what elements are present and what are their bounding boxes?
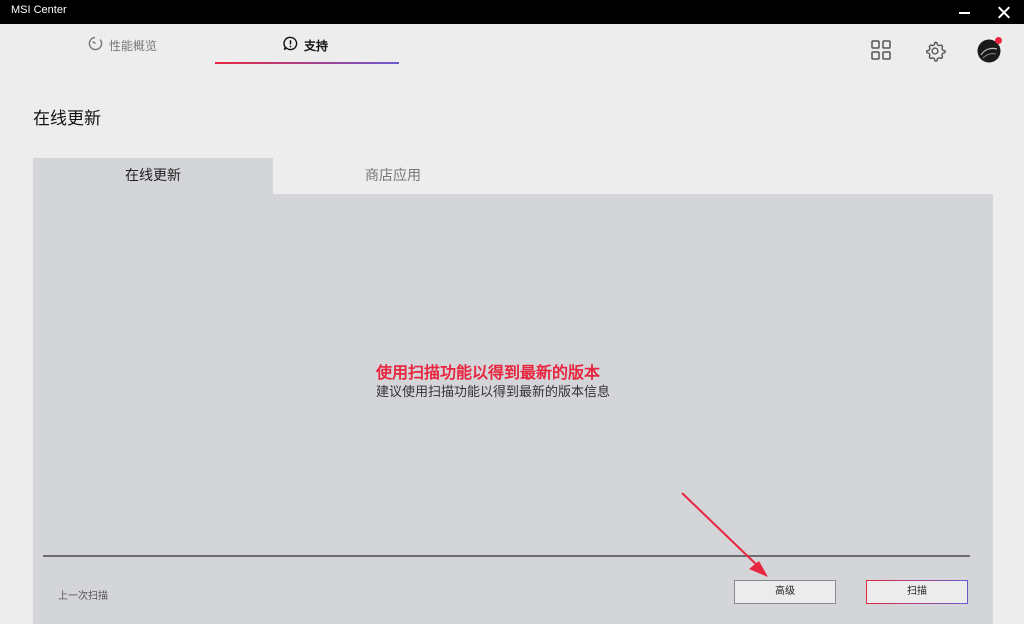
window-title: MSI Center	[11, 4, 67, 16]
top-nav: 性能概览 支持	[0, 24, 1024, 74]
advanced-button[interactable]: 高级	[734, 580, 836, 604]
close-button[interactable]	[982, 0, 1024, 24]
title-bar: MSI Center	[0, 0, 1024, 24]
subtab-online-update[interactable]: 在线更新	[33, 158, 273, 194]
tab-support[interactable]: 支持	[283, 36, 328, 54]
tab-label: 支持	[304, 38, 329, 53]
gauge-icon	[88, 36, 103, 54]
active-tab-indicator	[215, 62, 399, 64]
notification-dot	[995, 37, 1002, 44]
alert-bubble-icon	[283, 36, 298, 54]
gear-icon[interactable]	[924, 40, 946, 66]
last-scan-label: 上一次扫描	[58, 591, 108, 602]
tab-performance-overview[interactable]: 性能概览	[88, 36, 157, 54]
divider	[43, 555, 970, 557]
scan-prompt-title: 使用扫描功能以得到最新的版本	[376, 363, 601, 382]
grid-icon[interactable]	[871, 40, 891, 64]
page-title: 在线更新	[33, 109, 101, 129]
content-panel	[33, 194, 993, 624]
scan-prompt-subtitle: 建议使用扫描功能以得到最新的版本信息	[376, 385, 611, 400]
scan-button[interactable]: 扫描	[866, 580, 968, 604]
minimize-button[interactable]	[943, 0, 987, 24]
tab-label: 性能概览	[109, 38, 158, 53]
subtab-store-apps[interactable]: 商店应用	[273, 158, 513, 194]
